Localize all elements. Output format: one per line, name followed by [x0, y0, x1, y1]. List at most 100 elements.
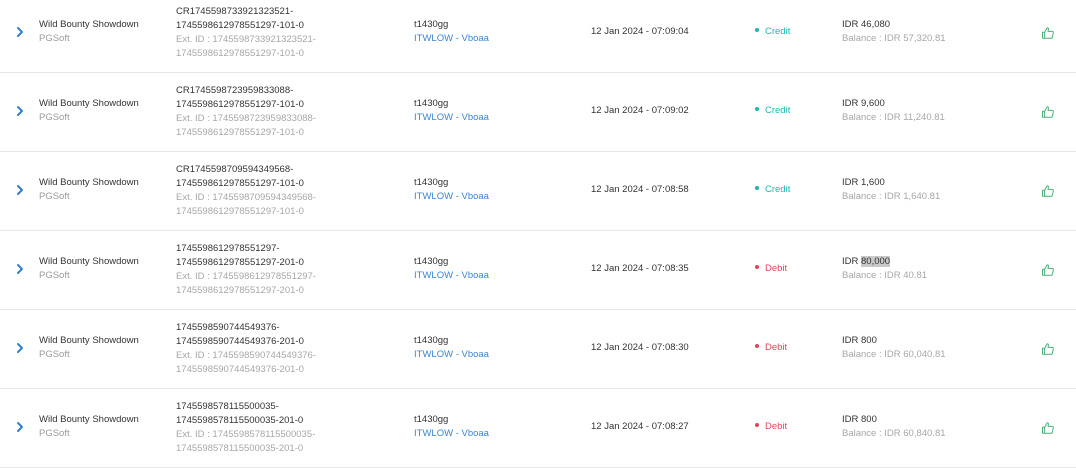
status-label: Debit [765, 421, 788, 432]
table-row: Wild Bounty Showdown PGSoft CR1745598723… [0, 73, 1076, 152]
status-badge: Credit [755, 183, 790, 197]
user-cell: t1430gg ITWLOW - Vboaa [414, 413, 489, 441]
thumbs-up-icon[interactable] [1041, 105, 1055, 119]
transaction-table: Wild Bounty Showdown PGSoft CR1745598733… [0, 0, 1076, 468]
transaction-date: 12 Jan 2024 - 07:08:35 [591, 263, 689, 274]
user-cell: t1430gg ITWLOW - Vboaa [414, 18, 489, 46]
transaction-id-line2: 1745598578115500035-201-0 [176, 415, 304, 426]
chevron-right-icon[interactable] [14, 263, 26, 275]
game-name: Wild Bounty Showdown [39, 256, 139, 267]
external-id-line2: 1745598612978551297-201-0 [176, 285, 304, 296]
thumbs-up-icon[interactable] [1041, 184, 1055, 198]
status-dot [755, 28, 759, 33]
transaction-id-cell: 1745598578115500035- 1745598578115500035… [176, 400, 315, 456]
game-name: Wild Bounty Showdown [39, 19, 139, 30]
amount-currency: IDR [842, 414, 861, 425]
transaction-amount: IDR 80,000 [842, 255, 927, 269]
transaction-amount: IDR 800 [842, 334, 946, 348]
transaction-date: 12 Jan 2024 - 07:08:30 [591, 342, 689, 353]
status-dot [755, 344, 759, 349]
external-id-line2: 1745598612978551297-101-0 [176, 127, 304, 138]
agent-link[interactable]: ITWLOW - Vboaa [414, 269, 489, 283]
game-provider: PGSoft [39, 428, 70, 439]
agent-link[interactable]: ITWLOW - Vboaa [414, 190, 489, 204]
agent-link[interactable]: ITWLOW - Vboaa [414, 427, 489, 441]
transaction-id-cell: CR1745598733921323521- 17455986129785512… [176, 5, 316, 61]
amount-cell: IDR 46,080 Balance : IDR 57,320.81 [842, 18, 946, 46]
user-cell: t1430gg ITWLOW - Vboaa [414, 97, 489, 125]
table-row: Wild Bounty Showdown PGSoft CR1745598709… [0, 152, 1076, 231]
user-cell: t1430gg ITWLOW - Vboaa [414, 176, 489, 204]
balance-amount: Balance : IDR 60,840.81 [842, 428, 946, 439]
external-id-line1: Ext. ID : 1745598723959833088- [176, 113, 316, 124]
status-label: Credit [765, 26, 791, 37]
amount-cell: IDR 800 Balance : IDR 60,840.81 [842, 413, 946, 441]
status-dot [755, 107, 759, 112]
amount-cell: IDR 9,600 Balance : IDR 11,240.81 [842, 97, 945, 125]
agent-link[interactable]: ITWLOW - Vboaa [414, 348, 489, 362]
thumbs-up-icon[interactable] [1041, 421, 1055, 435]
transaction-id-line2: 1745598612978551297-201-0 [176, 257, 304, 268]
chevron-right-icon[interactable] [14, 26, 26, 38]
table-row: Wild Bounty Showdown PGSoft 174559861297… [0, 231, 1076, 310]
transaction-id-cell: 1745598612978551297- 1745598612978551297… [176, 242, 316, 298]
transaction-id-line2: 1745598612978551297-101-0 [176, 20, 304, 31]
chevron-right-icon[interactable] [14, 105, 26, 117]
thumbs-up-icon[interactable] [1041, 26, 1055, 40]
status-label: Credit [765, 184, 791, 195]
amount-currency: IDR [842, 98, 861, 109]
external-id-line1: Ext. ID : 1745598578115500035- [176, 429, 316, 440]
balance-amount: Balance : IDR 57,320.81 [842, 33, 946, 44]
user-cell: t1430gg ITWLOW - Vboaa [414, 255, 489, 283]
external-id-line2: 1745598590744549376-201-0 [176, 364, 304, 375]
balance-amount: Balance : IDR 40.81 [842, 270, 928, 281]
table-row: Wild Bounty Showdown PGSoft CR1745598733… [0, 0, 1076, 73]
game-cell: Wild Bounty Showdown PGSoft [39, 97, 139, 125]
status-badge: Debit [755, 420, 787, 434]
transaction-date: 12 Jan 2024 - 07:08:58 [591, 184, 689, 195]
agent-link[interactable]: ITWLOW - Vboaa [414, 111, 489, 125]
agent-link[interactable]: ITWLOW - Vboaa [414, 32, 489, 46]
username: t1430gg [414, 335, 449, 346]
username: t1430gg [414, 256, 449, 267]
chevron-right-icon[interactable] [14, 421, 26, 433]
status-label: Debit [765, 263, 788, 274]
transaction-date: 12 Jan 2024 - 07:09:02 [591, 105, 689, 116]
game-name: Wild Bounty Showdown [39, 98, 139, 109]
status-badge: Credit [755, 25, 790, 39]
game-name: Wild Bounty Showdown [39, 177, 139, 188]
amount-value: 800 [861, 335, 877, 346]
transaction-id-line1: 1745598612978551297- [176, 243, 280, 254]
thumbs-up-icon[interactable] [1041, 342, 1055, 356]
status-badge: Debit [755, 262, 787, 276]
game-provider: PGSoft [39, 33, 70, 44]
transaction-id-line1: CR1745598733921323521- [176, 6, 294, 17]
amount-cell: IDR 800 Balance : IDR 60,040.81 [842, 334, 946, 362]
transaction-id-line2: 1745598612978551297-101-0 [176, 99, 304, 110]
game-provider: PGSoft [39, 349, 70, 360]
transaction-id-line1: CR1745598709594349568- [176, 164, 294, 175]
transaction-amount: IDR 800 [842, 413, 946, 427]
amount-cell: IDR 1,600 Balance : IDR 1,640.81 [842, 176, 940, 204]
transaction-id-line2: 1745598590744549376-201-0 [176, 336, 304, 347]
balance-amount: Balance : IDR 60,040.81 [842, 349, 946, 360]
chevron-right-icon[interactable] [14, 342, 26, 354]
balance-amount: Balance : IDR 1,640.81 [842, 191, 941, 202]
transaction-id-line2: 1745598612978551297-101-0 [176, 178, 304, 189]
thumbs-up-icon[interactable] [1041, 263, 1055, 277]
username: t1430gg [414, 414, 449, 425]
username: t1430gg [414, 98, 449, 109]
status-dot [755, 423, 759, 428]
status-label: Debit [765, 342, 788, 353]
external-id-line1: Ext. ID : 1745598709594349568- [176, 192, 316, 203]
table-row: Wild Bounty Showdown PGSoft 174559857811… [0, 389, 1076, 468]
status-dot [755, 186, 759, 191]
amount-value: 80,000 [861, 256, 891, 267]
external-id-line1: Ext. ID : 1745598612978551297- [176, 271, 316, 282]
chevron-right-icon[interactable] [14, 184, 26, 196]
game-cell: Wild Bounty Showdown PGSoft [39, 413, 139, 441]
external-id-line2: 1745598578115500035-201-0 [176, 443, 304, 454]
game-cell: Wild Bounty Showdown PGSoft [39, 176, 139, 204]
game-name: Wild Bounty Showdown [39, 414, 139, 425]
status-label: Credit [765, 105, 791, 116]
